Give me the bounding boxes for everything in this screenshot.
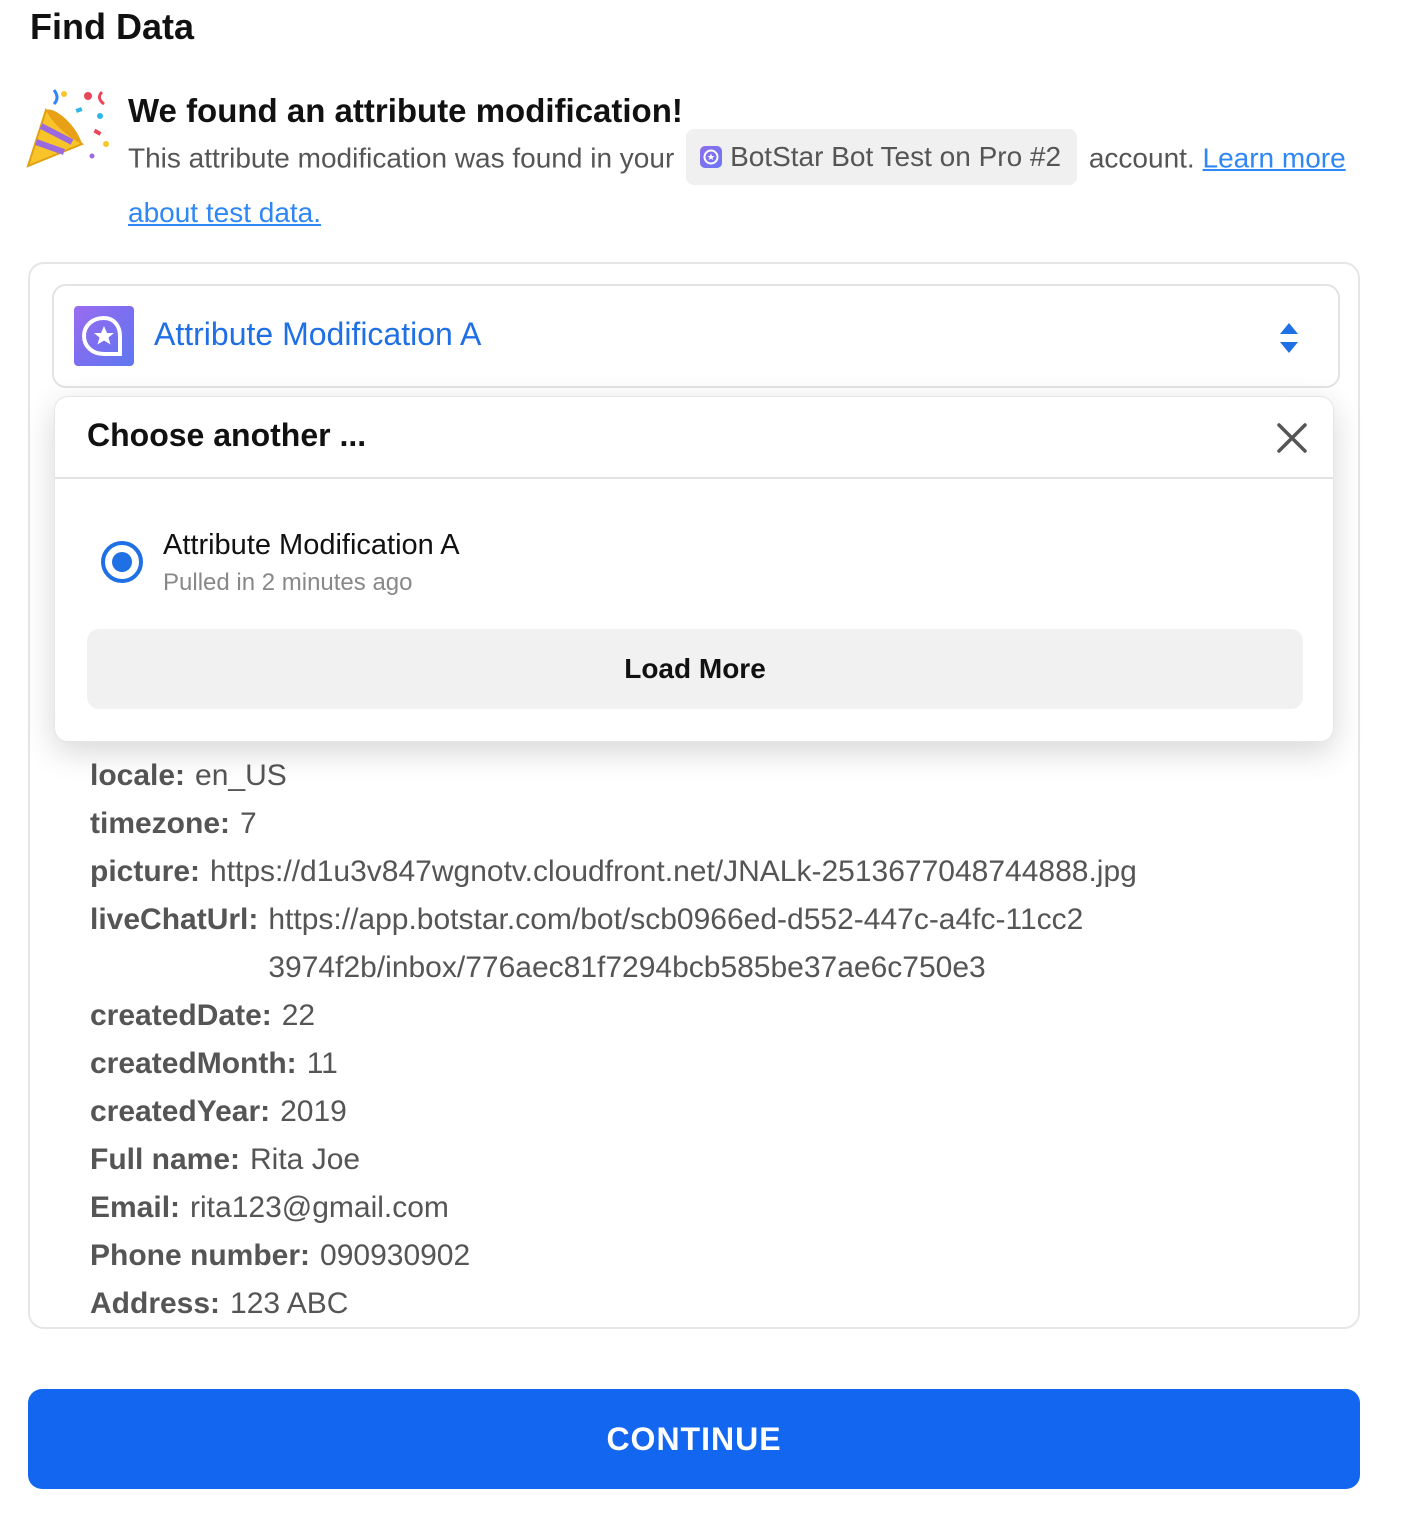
field-value: en_US (195, 759, 287, 792)
party-popper-icon (26, 89, 109, 168)
load-more-button[interactable]: Load More (87, 629, 1303, 709)
found-description: This attribute modification was found in… (128, 129, 1348, 238)
field-value: 2019 (280, 1095, 347, 1128)
dropdown-header: Choose another ... (55, 397, 1333, 479)
record-field: liveChatUrl: https://app.botstar.com/bot/… (90, 896, 1330, 992)
field-key: createdYear: (90, 1095, 271, 1128)
option-radio[interactable] (101, 541, 143, 583)
record-fields: locale: en_US timezone: 7 picture: https://… (90, 752, 1330, 1327)
field-key: Full name: (90, 1143, 241, 1176)
field-key: liveChatUrl: (90, 903, 259, 936)
record-field: Full name: Rita Joe (90, 1136, 1330, 1184)
record-field: Address: 123 ABC (90, 1280, 1330, 1327)
field-key: picture: (90, 855, 201, 888)
option-title: Attribute Modification A (163, 529, 460, 561)
field-value: 11 (306, 1047, 338, 1080)
option-subtitle: Pulled in 2 minutes ago (163, 569, 413, 596)
account-name: BotStar Bot Test on Pro #2 (730, 141, 1062, 172)
field-key: Address: (90, 1287, 221, 1320)
choose-another-dropdown: Choose another ... Attribute Modificatio… (54, 396, 1334, 742)
botstar-logo-icon (700, 145, 723, 168)
page-title: Find Data (30, 6, 195, 47)
selector-label: Attribute Modification A (154, 316, 482, 352)
record-field: createdMonth: 11 (90, 1040, 1330, 1088)
record-field: picture: https://d1u3v847wgnotv.cloudfron… (90, 848, 1330, 896)
field-key: Phone number: (90, 1239, 311, 1272)
dropdown-title: Choose another ... (87, 417, 367, 453)
field-value: https://app.botstar.com/bot/scb0966ed-d5… (268, 903, 1084, 984)
field-key: createdMonth: (90, 1047, 297, 1080)
field-value: rita123@gmail.com (190, 1191, 449, 1224)
field-value: Rita Joe (250, 1143, 361, 1176)
sort-arrows-icon (1280, 323, 1298, 353)
found-text-after: account. (1088, 142, 1195, 174)
field-value: 7 (240, 807, 257, 840)
field-value: 090930902 (320, 1239, 471, 1272)
record-option[interactable]: Attribute Modification A Pulled in 2 min… (101, 527, 1251, 607)
account-chip: BotStar Bot Test on Pro #2 (686, 129, 1078, 185)
field-key: Email: (90, 1191, 181, 1224)
field-value: 123 ABC (230, 1287, 349, 1320)
record-field: Phone number: 090930902 (90, 1232, 1330, 1280)
found-heading: We found an attribute modification! (128, 92, 683, 129)
record-field: locale: en_US (90, 752, 1330, 800)
record-field: createdYear: 2019 (90, 1088, 1330, 1136)
close-icon[interactable] (1273, 419, 1311, 457)
record-selector[interactable]: Attribute Modification A (52, 284, 1340, 388)
field-value: 22 (281, 999, 316, 1032)
record-field: timezone: 7 (90, 800, 1330, 848)
record-field: createdDate: 22 (90, 992, 1330, 1040)
field-key: locale: (90, 759, 186, 792)
found-text-before: This attribute modification was found in… (128, 142, 675, 174)
record-field: Email: rita123@gmail.com (90, 1184, 1330, 1232)
field-key: timezone: (90, 807, 231, 840)
field-value: https://d1u3v847wgnotv.cloudfront.net/JN… (210, 855, 1137, 888)
botstar-logo-icon (74, 306, 134, 366)
continue-button[interactable]: CONTINUE (28, 1389, 1360, 1489)
field-key: createdDate: (90, 999, 272, 1032)
